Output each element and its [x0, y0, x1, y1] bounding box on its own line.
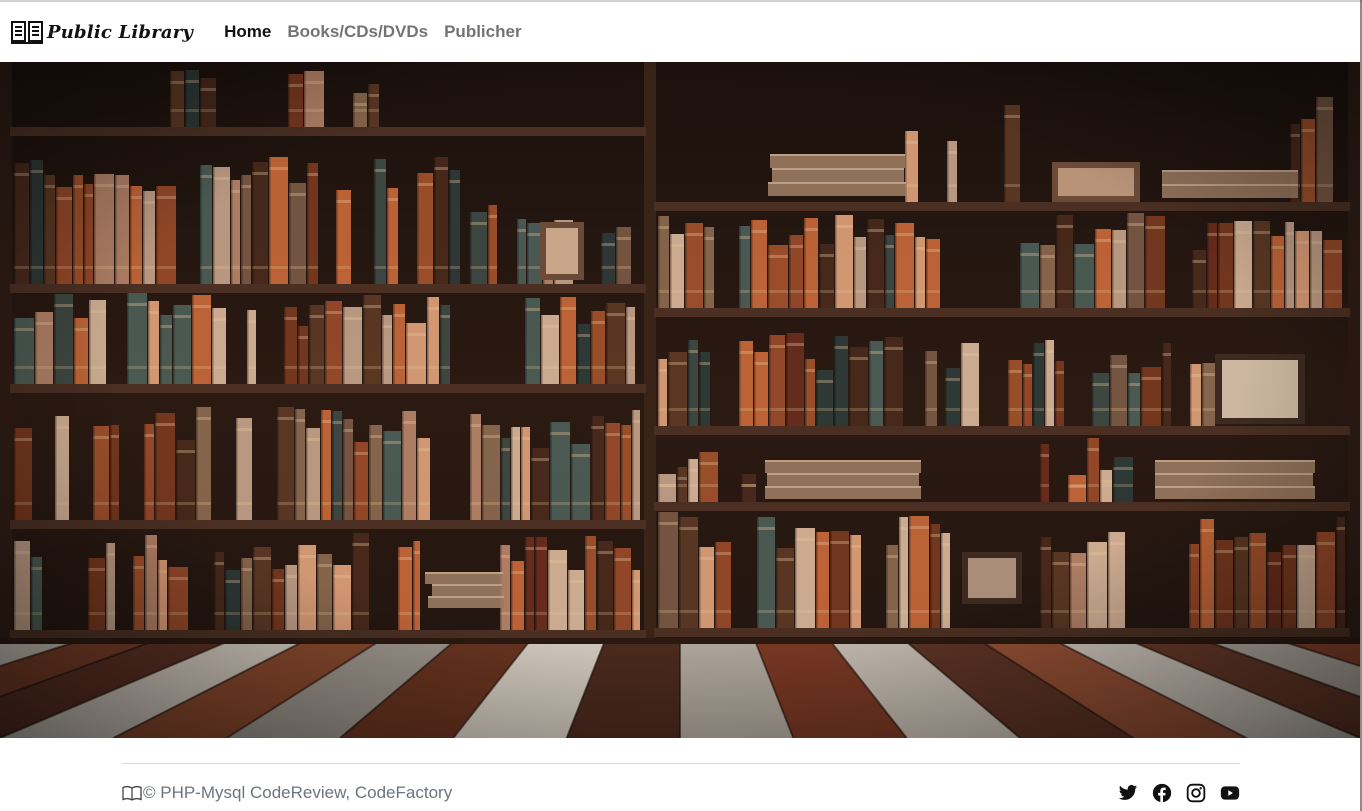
nav-links: Home Books/CDs/DVDs Publicher	[216, 2, 529, 62]
instagram-link[interactable]	[1186, 783, 1206, 803]
facebook-link[interactable]	[1152, 783, 1172, 803]
hero-image	[0, 62, 1360, 738]
nav-home[interactable]: Home	[216, 2, 279, 62]
nav-books-cds-dvds[interactable]: Books/CDs/DVDs	[279, 2, 436, 62]
brand-name: Public Library	[47, 21, 194, 43]
nav-publicher[interactable]: Publicher	[436, 2, 529, 62]
book-icon	[11, 21, 43, 44]
instagram-icon	[1186, 783, 1206, 803]
facebook-icon	[1152, 783, 1172, 803]
footer: © PHP-Mysql CodeReview, CodeFactory	[122, 779, 1240, 807]
copyright: © PHP-Mysql CodeReview, CodeFactory	[122, 783, 452, 803]
brand-link[interactable]: Public Library	[11, 20, 193, 44]
footer-divider	[122, 763, 1240, 764]
library-bookshelves-photo	[0, 62, 1360, 738]
open-book-icon	[122, 785, 142, 801]
youtube-icon	[1220, 786, 1240, 800]
copyright-text: © PHP-Mysql CodeReview, CodeFactory	[143, 783, 453, 802]
social-links	[1118, 783, 1240, 803]
twitter-icon	[1118, 785, 1138, 800]
twitter-link[interactable]	[1118, 783, 1138, 803]
navbar: Public Library Home Books/CDs/DVDs Publi…	[0, 2, 1360, 62]
youtube-link[interactable]	[1220, 783, 1240, 803]
